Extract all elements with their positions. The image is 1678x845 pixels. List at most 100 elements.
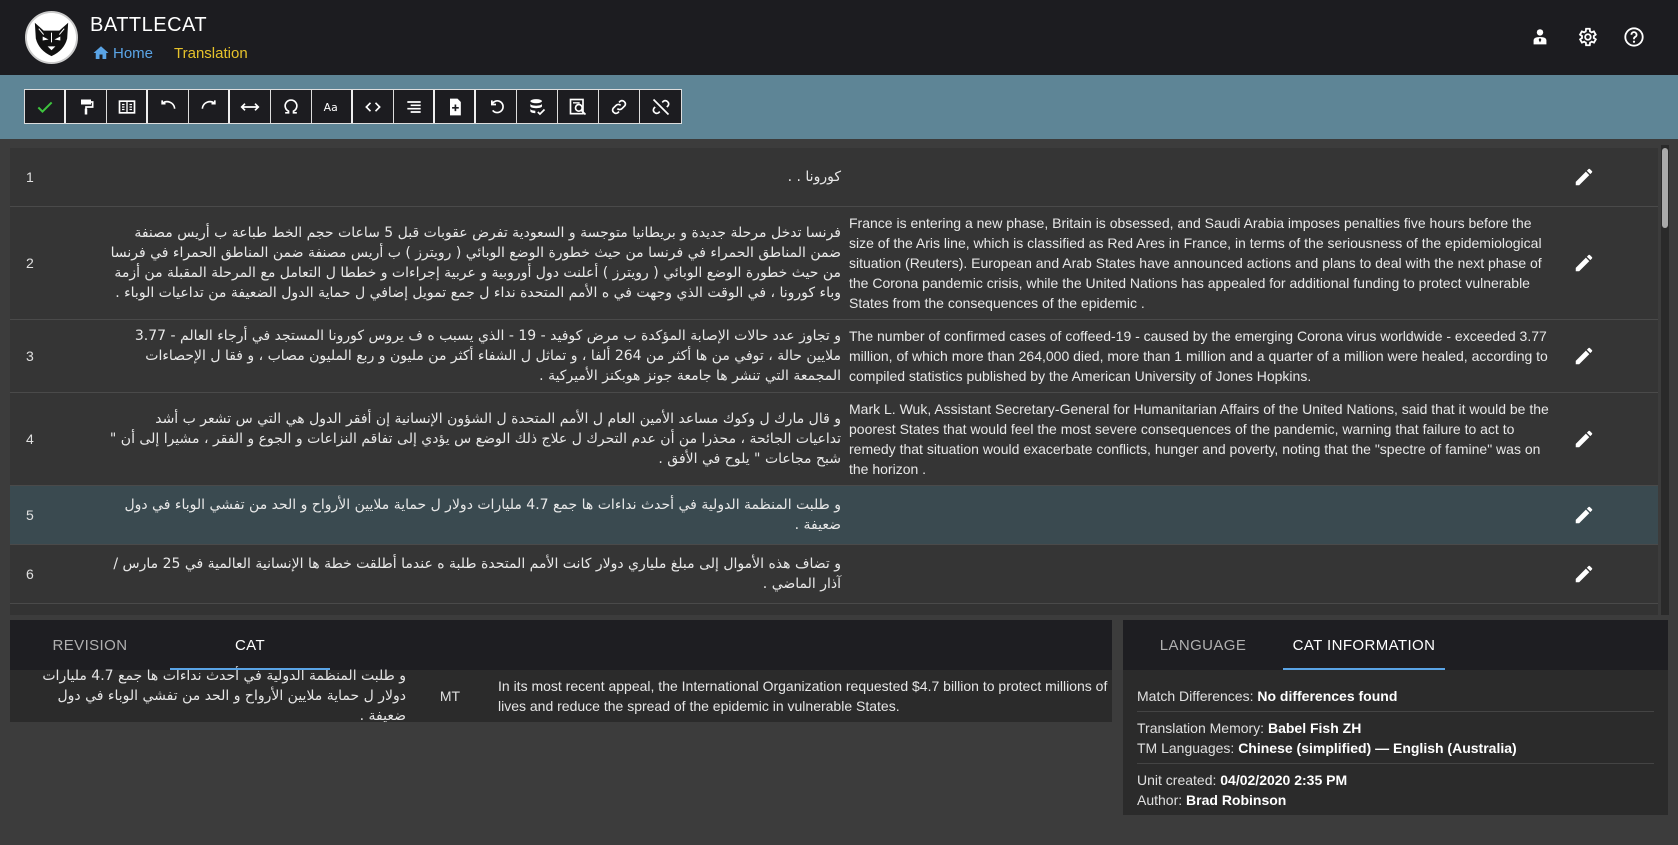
segment-target[interactable]: Mark L. Wuk, Assistant Secretary-General… [849, 399, 1549, 479]
link-button[interactable] [599, 90, 640, 123]
edit-segment-button[interactable] [1549, 563, 1619, 585]
tm-value: Babel Fish ZH [1267, 720, 1362, 736]
confirm-button[interactable] [25, 90, 66, 123]
add-document-button[interactable] [435, 90, 476, 123]
database-check-button[interactable] [517, 90, 558, 123]
width-icon [240, 102, 260, 111]
tab-revision[interactable]: REVISION [10, 620, 170, 670]
pencil-icon [1575, 506, 1593, 524]
header-actions [1528, 25, 1646, 49]
segment-source: فرنسا تدخل مرحلة جديدة و بريطانيا متوجسة… [110, 225, 841, 301]
pencil-icon [1575, 347, 1593, 365]
segment-source: و تضاف هذه الأموال إلى مبلغ ملياري دولار… [113, 556, 841, 592]
cat-information-panel: LANGUAGE CAT INFORMATION Match Differenc… [1123, 620, 1668, 815]
segment-list: 1 كورونا . . 2 فرنسا تدخل مرحلة جديدة و … [10, 148, 1658, 615]
redo-button[interactable] [189, 90, 230, 123]
align-icon [406, 100, 421, 113]
segment-source: و قال مارك ل وكوك مساعد الأمين العام ل ا… [109, 411, 841, 467]
unit-created-value: 04/02/2020 2:35 PM [1220, 772, 1348, 788]
gear-icon[interactable] [1575, 25, 1599, 49]
format-painter-button[interactable] [66, 90, 107, 123]
tm-languages-value: Chinese (simplified) — English (Australi… [1238, 740, 1517, 756]
breadcrumb-home-label: Home [113, 44, 154, 62]
check-icon [37, 101, 52, 113]
special-characters-button[interactable] [271, 90, 312, 123]
segment-number: 2 [26, 255, 34, 271]
home-icon [93, 46, 109, 59]
cat-panel: REVISION CAT و طلبت المنظمة الدولية في أ… [10, 620, 1112, 724]
app-title: BATTLECAT [90, 14, 208, 36]
segment-scrollbar-thumb[interactable] [1662, 148, 1668, 228]
editor-toolbar: Aa [24, 89, 682, 124]
link-icon [611, 99, 627, 114]
undo-button[interactable] [148, 90, 189, 123]
segment-row[interactable]: 2 فرنسا تدخل مرحلة جديدة و بريطانيا متوج… [10, 207, 1658, 320]
segment-target[interactable]: France is entering a new phase, Britain … [849, 213, 1549, 313]
edit-segment-button[interactable] [1549, 428, 1619, 450]
split-view-icon [118, 99, 135, 114]
edit-segment-button[interactable] [1549, 166, 1619, 188]
author-value: Brad Robinson [1186, 792, 1287, 808]
edit-segment-button[interactable] [1549, 345, 1619, 367]
segment-number: 4 [26, 431, 34, 447]
edit-segment-button[interactable] [1549, 252, 1619, 274]
svg-text:Aa: Aa [323, 101, 337, 114]
unlink-button[interactable] [640, 90, 681, 123]
breadcrumb: Home Translation [92, 44, 248, 62]
unit-created-label: Unit created: [1137, 772, 1217, 788]
width-button[interactable] [230, 90, 271, 123]
font-case-icon: Aa [323, 101, 337, 114]
tab-language[interactable]: LANGUAGE [1123, 620, 1283, 670]
segment-row[interactable]: 3 و تجاوز عدد حالات الإصابة المؤكدة ب مر… [10, 320, 1658, 393]
segment-number: 5 [26, 507, 34, 523]
translation-memory-group: Translation Memory: Babel Fish ZH TM Lan… [1137, 718, 1654, 764]
breadcrumb-current: Translation [174, 44, 248, 62]
app-header: BATTLECAT Home Translation [0, 0, 1678, 75]
search-document-icon [569, 98, 587, 115]
segment-target[interactable]: The number of confirmed cases of coffeed… [849, 326, 1549, 386]
revert-button[interactable] [476, 90, 517, 123]
cat-panel-tabs: REVISION CAT [10, 620, 1112, 670]
panther-logo[interactable] [25, 11, 78, 64]
match-differences-value: No differences found [1257, 688, 1398, 704]
segment-number: 3 [26, 348, 34, 364]
help-icon[interactable] [1622, 25, 1646, 49]
code-icon [365, 101, 381, 112]
search-document-button[interactable] [558, 90, 599, 123]
pencil-icon [1575, 430, 1593, 448]
unlink-icon [652, 98, 669, 115]
pencil-icon [1575, 254, 1593, 272]
split-view-button[interactable] [107, 90, 148, 123]
segment-number: 1 [26, 169, 34, 185]
info-panel-tabs: LANGUAGE CAT INFORMATION [1123, 620, 1668, 670]
segment-row[interactable]: 4 و قال مارك ل وكوك مساعد الأمين العام ل… [10, 393, 1658, 486]
breadcrumb-home-link[interactable]: Home [92, 44, 153, 62]
author-label: Author: [1137, 792, 1183, 808]
segment-source: و طلبت المنظمة الدولية في أحدث نداءات ها… [124, 497, 841, 533]
pencil-icon [1575, 565, 1593, 583]
revert-icon [491, 99, 504, 113]
cat-info-details: Match Differences: No differences found … [1123, 670, 1668, 815]
cat-match-source: و طلبت المنظمة الدولية في أحدث نداءات ها… [42, 668, 406, 724]
undo-icon [161, 99, 176, 109]
edit-segment-button[interactable] [1549, 504, 1619, 526]
code-view-button[interactable] [353, 90, 394, 123]
cat-match-row[interactable]: و طلبت المنظمة الدولية في أحدث نداءات ها… [10, 668, 1112, 724]
tm-label: Translation Memory: [1137, 720, 1265, 736]
align-button[interactable] [394, 90, 435, 123]
user-icon[interactable] [1528, 25, 1552, 49]
unit-info-group: Unit created: 04/02/2020 2:35 PM Author:… [1137, 770, 1654, 815]
font-case-button[interactable]: Aa [312, 90, 353, 123]
tab-cat-information[interactable]: CAT INFORMATION [1283, 620, 1445, 670]
pencil-icon [1575, 168, 1593, 186]
cat-match-target: In its most recent appeal, the Internati… [498, 678, 1108, 714]
segment-source: كورونا . . [787, 169, 841, 185]
cat-match-origin: MT [439, 688, 461, 704]
segment-row[interactable]: 6 و تضاف هذه الأموال إلى مبلغ ملياري دول… [10, 545, 1658, 604]
database-check-icon [530, 98, 546, 115]
segment-row-active[interactable]: 5 و طلبت المنظمة الدولية في أحدث نداءات … [10, 486, 1658, 545]
toolbar-strip: Aa [0, 75, 1678, 139]
tab-cat[interactable]: CAT [170, 620, 330, 670]
match-differences-label: Match Differences: [1137, 688, 1254, 704]
segment-row[interactable]: 1 كورونا . . [10, 148, 1658, 207]
